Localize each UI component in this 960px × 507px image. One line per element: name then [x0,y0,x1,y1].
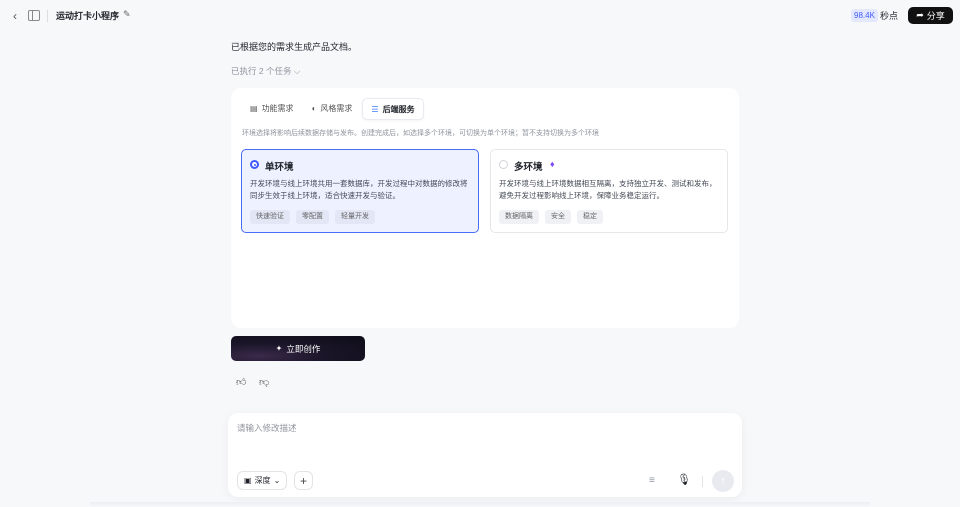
radio-selected[interactable] [250,160,259,169]
share-button[interactable]: ➦ 分享 [908,7,953,24]
palette-icon: ◐ [311,103,317,113]
tab-label: 风格需求 [320,103,353,113]
edit-icon[interactable]: ✎ [123,9,131,20]
executed-tasks-toggle[interactable]: 已执行 2 个任务 ⌵ [231,65,300,77]
microphone-icon[interactable]: 🎙︎ [677,473,691,486]
tag: 稳定 [577,210,603,224]
create-now-label: 立即创作 [286,343,321,354]
sparkle-icon: ✦ [275,344,283,353]
product-doc-card: ▤ 功能需求 ◐ 风格需求 ☰ 后端服务 环境选择将影响后续数据存储与发布。创建… [231,88,739,328]
bottom-shadow [90,502,870,507]
tag: 轻量开发 [335,210,375,224]
option-title: 单环境 [265,162,294,173]
mode-selector[interactable]: ▣ 深度 ⌄ [237,471,288,490]
option-tags: 数据隔离 安全 稳定 [499,210,603,224]
option-description: 开发环境与线上环境共用一套数据库，开发过程中对数据的修改将同步生效于线上环境，适… [250,179,468,200]
create-now-button[interactable]: ✦ 立即创作 [231,336,365,361]
message-input-box: 请输入修改描述 ▣ 深度 ⌄ + ≡ 🎙︎ ↑ [228,413,742,497]
assistant-message: 已根据您的需求生成产品文档。 [231,42,358,52]
tag: 快速验证 [250,210,290,224]
sidebar-toggle-icon[interactable] [28,10,40,21]
database-icon: ☰ [371,104,379,114]
tag: 零配置 [296,210,329,224]
prompt-list-icon[interactable]: ≡ [649,475,655,486]
share-icon: ➦ [916,10,924,20]
divider [47,10,48,22]
usage-count-badge: 98.4K [851,9,878,22]
option-single-environment[interactable]: 单环境 开发环境与线上环境共用一套数据库，开发过程中对数据的修改将同步生效于线上… [241,149,479,233]
thumbs-down-icon[interactable]: 👎︎ [259,376,269,388]
chevron-down-icon: ⌵ [293,66,301,76]
tab-label: 功能需求 [261,103,294,113]
executed-tasks-label: 已执行 2 个任务 [231,66,292,76]
brand-label: 秒点 [880,11,899,21]
doc-tabs: ▤ 功能需求 ◐ 风格需求 ☰ 后端服务 [242,98,424,120]
chevron-down-icon: ⌄ [273,476,281,485]
message-input[interactable]: 请输入修改描述 [237,422,297,434]
mode-icon: ▣ [244,476,252,485]
top-bar: ‹ 运动打卡小程序 ✎ 98.4K 秒点 ➦ 分享 [0,0,960,32]
add-button[interactable]: + [294,471,313,490]
tag: 安全 [545,210,571,224]
option-description: 开发环境与线上环境数据相互隔离，支持独立开发、测试和发布，避免开发过程影响线上环… [499,179,717,200]
option-multi-environment[interactable]: 多环境 ♦ 开发环境与线上环境数据相互隔离，支持独立开发、测试和发布，避免开发过… [490,149,728,233]
share-label: 分享 [926,11,945,21]
tag: 数据隔离 [499,210,539,224]
tab-backend-service[interactable]: ☰ 后端服务 [362,98,424,120]
document-icon: ▤ [250,103,258,113]
divider [702,476,703,487]
tab-style-requirements[interactable]: ◐ 风格需求 [304,98,361,118]
tab-label: 后端服务 [382,104,415,114]
environment-hint: 环境选择将影响后续数据存储与发布。创建完成后，如选择多个环境，可切换为单个环境；… [242,130,599,137]
project-title: 运动打卡小程序 [56,11,120,21]
back-icon[interactable]: ‹ [8,9,22,23]
option-tags: 快速验证 零配置 轻量开发 [250,210,375,224]
thumbs-up-icon[interactable]: 👍︎ [236,376,246,388]
diamond-icon: ♦ [550,159,555,169]
mode-label: 深度 [254,476,271,485]
tab-functional-requirements[interactable]: ▤ 功能需求 [242,98,302,118]
send-button[interactable]: ↑ [712,470,734,492]
radio-unselected[interactable] [499,160,508,169]
option-title: 多环境 [514,162,543,173]
